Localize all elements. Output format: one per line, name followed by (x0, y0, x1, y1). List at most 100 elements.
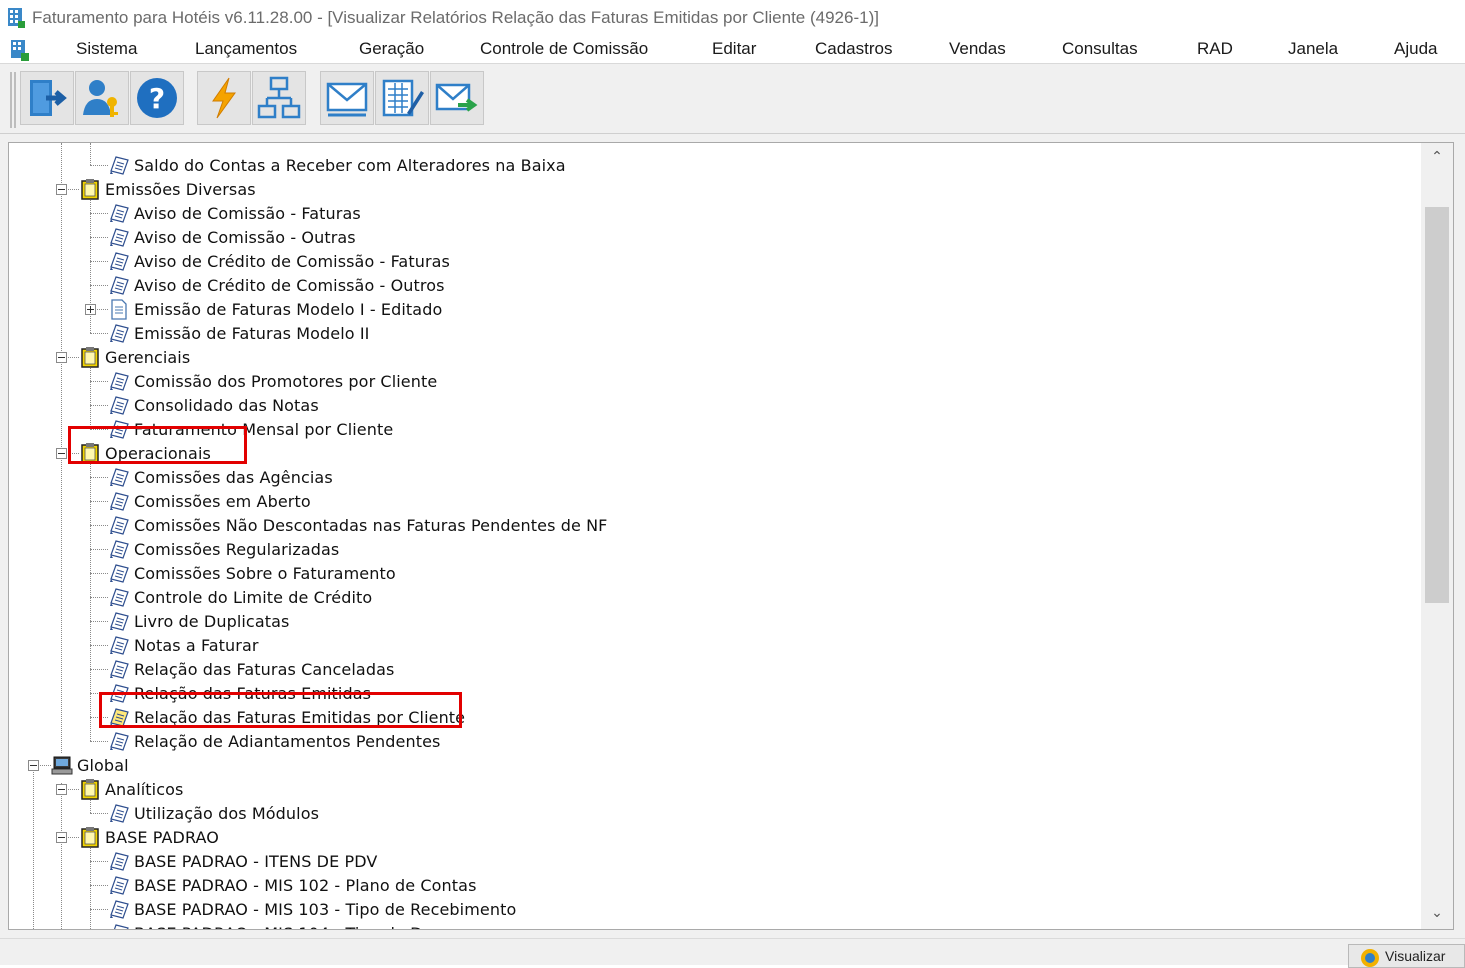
tree-report-item[interactable]: Aviso de Crédito de Comissão - Outros (108, 273, 445, 297)
tree-item-label: Utilização dos Módulos (134, 803, 320, 823)
tree-guide-line (90, 837, 91, 929)
menu-lancamentos[interactable]: Lançamentos (195, 39, 297, 59)
main-frame: ⌃ ⌄ Saldo do Contas a Receber com Altera… (0, 134, 1465, 938)
report-icon (113, 924, 129, 929)
menu-sistema[interactable]: Sistema (76, 39, 137, 59)
lightning-icon (212, 77, 236, 119)
tree-item-label: Livro de Duplicatas (134, 611, 290, 631)
tree-connector (90, 909, 108, 910)
help-button[interactable]: ? (130, 71, 184, 125)
menu-vendas[interactable]: Vendas (949, 39, 1006, 59)
tree-report-item[interactable]: Comissões Regularizadas (108, 537, 339, 561)
report-icon (110, 612, 129, 631)
report-icon (110, 228, 129, 247)
scroll-down-icon[interactable]: ⌄ (1427, 903, 1447, 923)
tree-report-item[interactable]: Emissão de Faturas Modelo I - Editado (108, 297, 442, 321)
tree-item-label: Comissões Regularizadas (134, 539, 340, 559)
vertical-scrollbar[interactable]: ⌃ ⌄ (1421, 143, 1453, 929)
tree-report-item[interactable]: BASE PADRAO - ITENS DE PDV (108, 849, 377, 873)
collapse-minus-icon[interactable] (28, 760, 39, 771)
report-icon (110, 372, 129, 391)
exit-button[interactable] (20, 71, 74, 125)
tree-report-item[interactable]: Aviso de Comissão - Outras (108, 225, 356, 249)
tree-report-item[interactable]: Relação das Faturas Canceladas (108, 657, 394, 681)
scroll-up-icon[interactable]: ⌃ (1427, 147, 1447, 167)
scrollbar-thumb[interactable] (1425, 207, 1449, 603)
collapse-minus-icon[interactable] (56, 184, 67, 195)
tree-report-item[interactable]: Consolidado das Notas (108, 393, 319, 417)
tree-report-item[interactable]: Notas a Faturar (108, 633, 259, 657)
user-key-icon (83, 80, 118, 117)
tree-group-node[interactable]: Emissões Diversas (79, 177, 256, 201)
highlight-relacao-faturas-emitidas-por-cliente (99, 692, 462, 728)
clipboard-folder-icon (81, 179, 99, 200)
tree-report-item[interactable]: Comissões Sobre o Faturamento (108, 561, 396, 585)
report-icon (110, 852, 129, 871)
mail-button[interactable] (320, 71, 374, 125)
mail-forward-icon (435, 83, 478, 112)
menu-janela[interactable]: Janela (1288, 39, 1338, 59)
menu-rad[interactable]: RAD (1197, 39, 1233, 59)
menu-ajuda[interactable]: Ajuda (1394, 39, 1437, 59)
user-key-button[interactable] (75, 71, 129, 125)
tree-report-item[interactable]: Saldo do Contas a Receber com Alteradore… (108, 153, 566, 177)
tree-report-item[interactable]: Aviso de Crédito de Comissão - Faturas (108, 249, 450, 273)
tree-group-node[interactable]: Gerenciais (79, 345, 190, 369)
svg-text:?: ? (149, 82, 165, 115)
tree-report-item[interactable]: Comissões em Aberto (108, 489, 311, 513)
report-edit-button[interactable] (375, 71, 429, 125)
tree-report-item[interactable]: BASE PADRAO - MIS 102 - Plano de Contas (108, 873, 477, 897)
menu-editar[interactable]: Editar (712, 39, 756, 59)
tree-item-label: Emissões Diversas (105, 179, 256, 199)
visualizar-task-button[interactable]: Visualizar (1348, 944, 1465, 968)
tree-report-item[interactable]: Relação de Adiantamentos Pendentes (108, 729, 440, 753)
tree-connector (90, 525, 108, 526)
collapse-minus-icon[interactable] (56, 832, 67, 843)
tree-item-label: Aviso de Crédito de Comissão - Outros (134, 275, 445, 295)
tree-report-item[interactable]: Emissão de Faturas Modelo II (108, 321, 370, 345)
tree-report-item[interactable]: Livro de Duplicatas (108, 609, 289, 633)
menu-consultas[interactable]: Consultas (1062, 39, 1138, 59)
tree-item-label: Emissão de Faturas Modelo II (134, 323, 370, 343)
tree-item-label: Gerenciais (105, 347, 191, 367)
tree-item-label: Comissão dos Promotores por Cliente (134, 371, 438, 391)
clipboard-folder-icon (81, 347, 99, 368)
menu-geracao[interactable]: Geração (359, 39, 424, 59)
tree-connector (90, 261, 108, 262)
toolbar-grip[interactable] (10, 72, 16, 128)
report-icon (110, 804, 129, 823)
tree-connector (90, 669, 108, 670)
tree-group-node[interactable]: BASE PADRAO (79, 825, 219, 849)
report-icon (110, 324, 129, 343)
report-icon (110, 492, 129, 511)
tree-report-item[interactable]: Controle do Limite de Crédito (108, 585, 372, 609)
menu-controle-de-comissao[interactable]: Controle de Comissão (480, 39, 648, 59)
tree-report-item[interactable]: Utilização dos Módulos (108, 801, 319, 825)
tree-report-item[interactable]: Comissões Não Descontadas nas Faturas Pe… (108, 513, 607, 537)
collapse-minus-icon[interactable] (56, 352, 67, 363)
report-tree[interactable]: ⌃ ⌄ Saldo do Contas a Receber com Altera… (8, 142, 1454, 930)
collapse-minus-icon[interactable] (56, 448, 67, 459)
app-menu-icon[interactable] (8, 38, 30, 62)
tree-group-node[interactable]: Global (51, 753, 129, 777)
menu-cadastros[interactable]: Cadastros (815, 39, 892, 59)
report-icon (110, 636, 129, 655)
report-icon (110, 900, 129, 919)
tree-guide-line (61, 783, 62, 929)
collapse-minus-icon[interactable] (56, 784, 67, 795)
expand-plus-icon[interactable] (85, 304, 96, 315)
tree-report-item[interactable]: Aviso de Comissão - Faturas (108, 201, 361, 225)
tree-report-item[interactable]: BASE PADRAO - MIS 103 - Tipo de Recebime… (108, 897, 516, 921)
mail-forward-button[interactable] (430, 71, 484, 125)
report-icon (110, 540, 129, 559)
app-icon (8, 8, 25, 28)
tree-report-item[interactable]: Comissões das Agências (108, 465, 333, 489)
tree-report-item[interactable]: Comissão dos Promotores por Cliente (108, 369, 437, 393)
tree-group-node[interactable]: Analíticos (79, 777, 183, 801)
tree-item-label: Emissão de Faturas Modelo I - Editado (134, 299, 443, 319)
tree-report-item[interactable]: BASE PADRAO - MIS 104 - Tipo de Despesa (108, 921, 479, 930)
network-icon (257, 76, 301, 119)
tree-item-label: BASE PADRAO - MIS 104 - Tipo de Despesa (134, 924, 479, 930)
lightning-button[interactable] (197, 71, 251, 125)
network-button[interactable] (252, 71, 306, 125)
